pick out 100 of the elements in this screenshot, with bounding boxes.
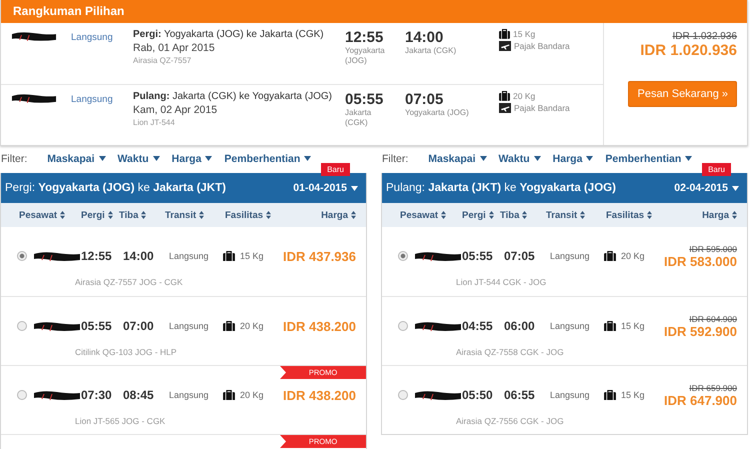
filter-dropdown[interactable]: Pemberhentian [224, 152, 312, 164]
redaction-mark [33, 320, 81, 332]
caret-icon [351, 186, 358, 190]
redaction-mark [414, 250, 462, 262]
suitcase-icon [223, 390, 235, 400]
caret-icon [98, 156, 106, 161]
filter-dropdown[interactable]: Waktu [498, 152, 541, 164]
departure-time: 07:30 [81, 388, 113, 402]
price-text: IDR 647.900 [664, 392, 737, 408]
airport-tax-icon [499, 41, 511, 51]
old-price: IDR 604.900 [689, 314, 737, 324]
arrival-time: 14:00 [123, 249, 155, 263]
departure-time: 12:55 [81, 249, 113, 263]
filter-dropdown[interactable]: Pemberhentian [605, 152, 692, 164]
radio-button[interactable] [17, 321, 27, 331]
price-text: IDR 438.200 [283, 318, 356, 334]
redaction-mark [11, 30, 57, 42]
sort-column-header[interactable]: Tiba [500, 210, 528, 220]
price-text: IDR 438.200 [283, 388, 356, 402]
caret-icon [205, 156, 212, 161]
arrival-time: 06:55 [504, 388, 536, 402]
old-price: IDR 659.900 [689, 382, 737, 392]
date-text: Rab, 01 Apr 2015 [133, 42, 216, 54]
city-text: Jakarta (CGK) [405, 46, 458, 56]
sort-column-header[interactable]: Transit [546, 210, 586, 220]
new-badge: Baru [702, 163, 731, 176]
flight-number: Airasia QZ-7557 [133, 56, 192, 65]
transit-text: Langsung [169, 390, 210, 400]
caret-icon [304, 156, 312, 161]
flight-number: Lion JT-544 [133, 118, 176, 127]
caret-icon [685, 156, 692, 161]
departure-time: 05:55 [462, 249, 494, 263]
sort-column-header[interactable]: Fasilitas [606, 210, 652, 220]
sort-column-header[interactable]: Fasilitas [225, 210, 272, 220]
route-title: Pulang: Jakarta (JKT) ke Yogyakarta (JOG) [386, 182, 616, 194]
caret-icon [732, 186, 739, 190]
radio-button[interactable] [398, 390, 408, 400]
sort-icon [199, 211, 204, 219]
date-dropdown[interactable]: 01-04-2015 [293, 182, 358, 194]
sort-icon [351, 211, 356, 219]
suitcase-icon [604, 390, 616, 400]
baggage-text: 15 Kg [513, 29, 536, 39]
caret-icon [152, 156, 160, 161]
filter-dropdown[interactable]: Maskapai [47, 152, 106, 164]
filter-dropdown[interactable]: Harga [172, 152, 212, 164]
sort-icon [141, 211, 146, 219]
suitcase-icon [604, 320, 616, 332]
baggage-text: 15 Kg [621, 390, 645, 400]
transit-text: Langsung [169, 251, 210, 261]
radio-button[interactable] [398, 251, 408, 261]
sort-column-header[interactable]: Harga [702, 210, 737, 220]
radio-button[interactable] [398, 321, 408, 331]
redaction-mark [33, 389, 81, 401]
sort-icon [266, 211, 272, 219]
filter-label: Filter: [382, 152, 408, 164]
departure-time: 05:50 [462, 388, 494, 402]
sort-icon [732, 211, 737, 219]
total-price: IDR 1.020.936 [640, 42, 737, 59]
departure-time: 05:55 [81, 319, 113, 333]
transit-text: Langsung [169, 321, 210, 331]
radio-button[interactable] [17, 390, 27, 400]
sort-icon [580, 211, 586, 219]
radio-button[interactable] [17, 251, 27, 261]
sort-column-header[interactable]: Tiba [119, 210, 146, 220]
new-badge: Baru [321, 163, 350, 176]
caret-icon [480, 156, 487, 161]
transit-text: Langsung [71, 32, 114, 43]
arrival-time: 06:00 [504, 319, 536, 333]
departure-time: 05:55 [345, 91, 384, 108]
route-title: Pergi: Yogyakarta (JOG) ke Jakarta (JKT) [5, 182, 226, 194]
old-price: IDR 1.032.936 [672, 31, 737, 42]
old-price: IDR 595.000 [689, 244, 737, 254]
redaction-mark [414, 389, 462, 401]
sort-icon [488, 211, 494, 219]
redaction-mark [11, 92, 57, 104]
sort-column-header[interactable]: Pesawat [19, 210, 66, 220]
date-text: Kam, 02 Apr 2015 [133, 104, 218, 116]
sort-icon [108, 211, 113, 219]
baggage-text: 20 Kg [621, 250, 645, 261]
redaction-mark [414, 320, 462, 332]
filter-dropdown[interactable]: Harga [552, 152, 594, 164]
sort-column-header[interactable]: Transit [165, 210, 204, 220]
arrival-time: 14:00 [405, 29, 444, 46]
price-text: IDR 583.000 [664, 254, 737, 268]
arrival-time: 07:00 [123, 319, 155, 333]
date-dropdown[interactable]: 02-04-2015 [674, 182, 739, 194]
flight-info: Lion JT-544 CGK - JOG [456, 277, 548, 287]
arrival-time: 07:05 [405, 91, 444, 108]
sort-icon [441, 211, 446, 219]
filter-label: Filter: [1, 152, 28, 164]
filter-dropdown[interactable]: Maskapai [428, 152, 487, 164]
transit-text: Langsung [550, 321, 591, 331]
flight-info: Citilink QG-103 JOG - HLP [75, 347, 178, 357]
sort-column-header[interactable]: Harga [321, 210, 356, 220]
sort-column-header[interactable]: Pergi [81, 210, 113, 220]
sort-column-header[interactable]: Pergi [462, 210, 494, 220]
filter-dropdown[interactable]: Waktu [118, 152, 160, 164]
suitcase-icon [223, 320, 235, 332]
sort-column-header[interactable]: Pesawat [400, 210, 446, 220]
route-text: Pergi: Yogyakarta (JOG) ke Jakarta (CGK) [133, 29, 325, 40]
